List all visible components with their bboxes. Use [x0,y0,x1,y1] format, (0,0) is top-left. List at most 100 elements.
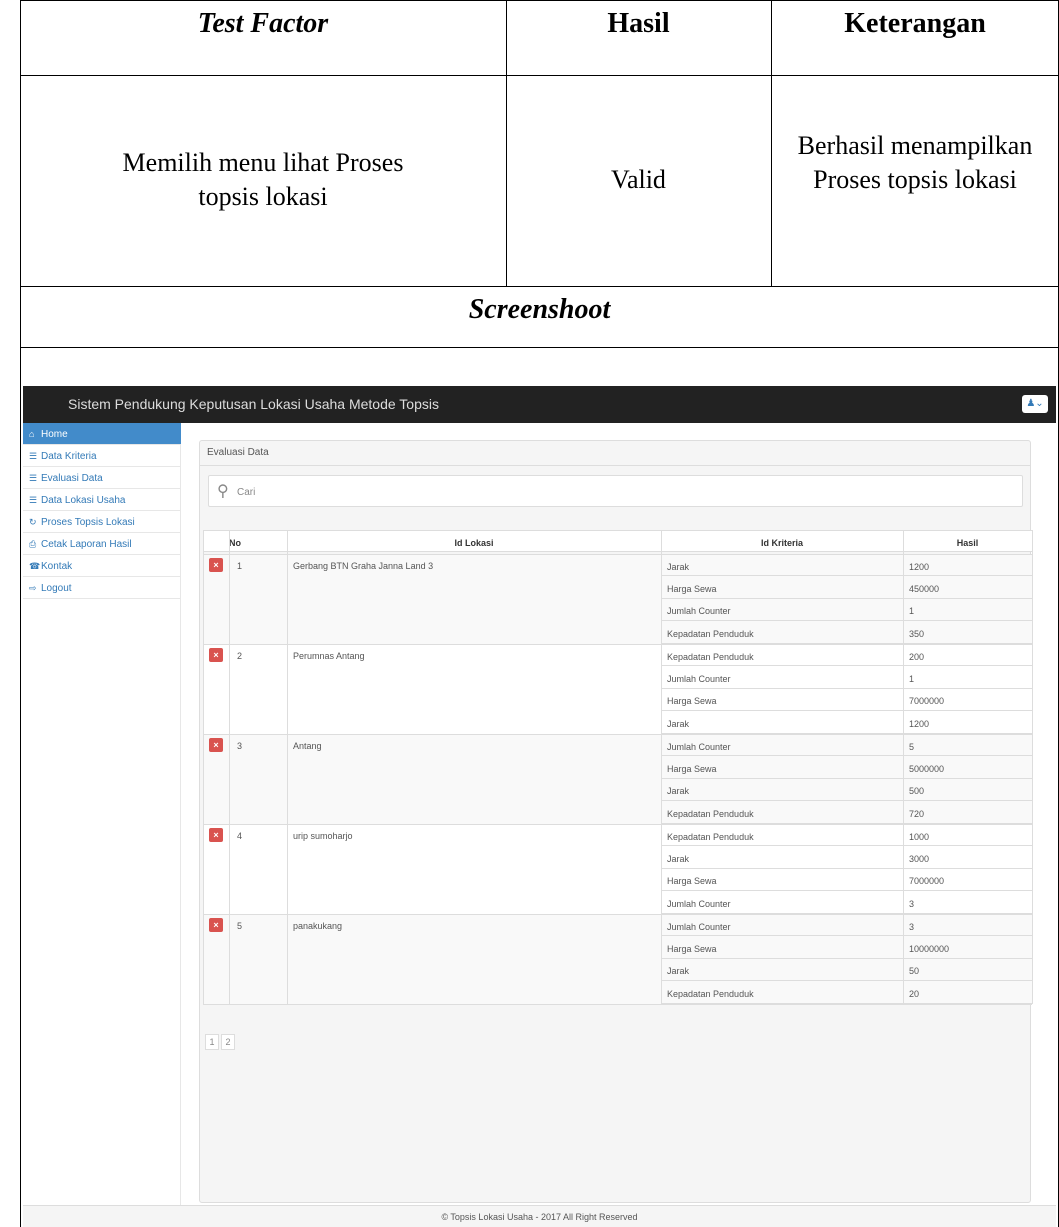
print-icon: ⎙ [29,539,37,549]
kriteria-cell: Harga Sewa [667,696,717,706]
table-row: Jarak 50 [661,959,1032,981]
sidebar-item-logout[interactable]: ⇨ Logout [23,577,181,599]
kriteria-cell: Jarak [667,853,690,864]
row-separator [203,914,661,915]
column-divider [287,530,288,1004]
row-separator [203,644,661,645]
row-number: 5 [237,921,243,931]
hasil-cell: 1200 [909,718,930,729]
lokasi-name: panakukang [293,921,343,931]
delete-icon[interactable]: × [209,558,223,572]
table-row: Kepadatan Penduduk 200 [661,644,1032,666]
table-row: Jarak 3000 [661,847,1032,869]
kriteria-cell: Jumlah Counter [667,673,731,684]
table-row: Harga Sewa 5000000 [661,757,1032,779]
table-header-row: No Id Lokasi Id Kriteria Hasil [203,530,1032,552]
sidebar-item-label: Proses Topsis Lokasi [41,517,135,528]
hasil-cell: 3 [909,922,915,932]
user-menu-button[interactable]: ♟⌄ [1022,395,1048,413]
hasil-cell: 1200 [909,562,930,572]
sidebar-item-label: Data Lokasi Usaha [41,495,126,506]
column-divider [1032,530,1033,1004]
sidebar-item-label: Kontak [41,561,73,572]
user-icon: ♟ [1026,398,1036,409]
search-box[interactable]: ⚲ Cari [208,475,1023,507]
table-row: Kepadatan Penduduk 20 [661,982,1032,1004]
kriteria-cell: Kepadatan Penduduk [667,628,754,639]
sidebar-item-data-lokasi-usaha[interactable]: ☰ Data Lokasi Usaha [23,489,181,511]
kriteria-cell: Jarak [667,718,690,729]
table-row: Jarak 1200 [661,554,1032,576]
sidebar-item-kontak[interactable]: ☎Kontak [23,555,181,577]
header-test-factor: Test Factor [197,8,329,39]
kriteria-cell: Harga Sewa [667,583,717,594]
sidebar-item-label: Evaluasi Data [41,473,103,484]
hasil-cell: 20 [909,988,920,999]
hasil-cell: 1000 [909,832,930,842]
keterangan-value: Berhasil menampilkan Proses topsis lokas… [797,131,1033,194]
delete-icon[interactable]: × [209,828,223,842]
sidebar-item-cetak-laporan-hasil[interactable]: ⎙ Cetak Laporan Hasil [23,533,181,555]
row-number: 4 [237,831,243,841]
lokasi-name: urip sumoharjo [293,831,353,841]
hasil-cell: 7000000 [909,876,945,886]
table-row: Jumlah Counter 3 [661,914,1032,936]
hasil-cell: 350 [909,628,925,639]
pagination-page-1[interactable]: 1 [205,1034,219,1050]
row-separator [203,824,661,825]
column-divider [229,530,230,1004]
hasil-cell: 200 [909,652,925,662]
list-icon: ☰ [29,495,38,505]
app-brand[interactable]: Sistem Pendukung Keputusan Lokasi Usaha … [68,396,439,412]
kriteria-cell: Jarak [667,562,690,572]
hasil-cell: 1 [909,673,915,684]
column-header: Id Kriteria [760,538,803,548]
lokasi-name: Perumnas Antang [293,651,365,661]
column-divider [203,530,204,1004]
phone-icon: ☎ [29,561,41,571]
list-icon: ☰ [29,473,38,483]
logout-icon: ⇨ [29,583,37,593]
table-row: Kepadatan Penduduk 720 [661,802,1032,824]
delete-icon[interactable]: × [209,918,223,932]
hasil-cell: 3000 [909,853,930,864]
sidebar-item-evaluasi-data[interactable]: ☰ Evaluasi Data [23,467,181,489]
lokasi-name: Gerbang BTN Graha Janna Land 3 [293,561,434,571]
kriteria-cell: Jarak [667,786,690,796]
panel-title: Evaluasi Data [200,441,1030,466]
lokasi-name: Antang [293,741,322,751]
row-number: 1 [237,561,243,571]
table-row: Harga Sewa 7000000 [661,869,1032,891]
sidebar-item-label: Data Kriteria [41,451,97,462]
kriteria-cell: Kepadatan Penduduk [667,988,754,999]
table-row: Harga Sewa 450000 [661,577,1032,599]
pagination-page-2[interactable]: 2 [221,1034,235,1050]
app-screenshot: Sistem Pendukung Keputusan Lokasi Usaha … [23,386,1056,1227]
kriteria-cell: Harga Sewa [667,876,717,886]
sidebar-item-data-kriteria[interactable]: ☰ Data Kriteria [23,445,181,467]
table-row: Jumlah Counter 1 [661,667,1032,689]
delete-icon[interactable]: × [209,738,223,752]
table-row: Kepadatan Penduduk 350 [661,622,1032,644]
hasil-cell: 10000000 [909,943,950,954]
sidebar-item-home[interactable]: ⌂ Home [23,423,181,445]
column-header: Id Lokasi [454,538,494,548]
table-row: Jumlah Counter 5 [661,734,1032,756]
header-keterangan: Keterangan [844,8,986,39]
delete-icon[interactable]: × [209,648,223,662]
kriteria-cell: Kepadatan Penduduk [667,832,754,842]
list-icon: ☰ [29,451,38,461]
row-number: 3 [237,741,243,751]
chevron-down-icon: ⌄ [1035,398,1044,409]
hasil-cell: 500 [909,786,925,796]
refresh-icon: ↻ [29,517,37,527]
hasil-cell: 5000000 [909,763,945,774]
hasil-cell: 50 [909,966,920,976]
hasil-cell: 1 [909,606,915,616]
search-placeholder: Cari [237,487,256,498]
test-factor-value: Memilih menu lihat Proses topsis lokasi [122,148,404,211]
kriteria-cell: Harga Sewa [667,943,717,954]
hasil-value: Valid [611,165,666,194]
sidebar-item-proses-topsis-lokasi[interactable]: ↻ Proses Topsis Lokasi [23,511,181,533]
table-row: Harga Sewa 10000000 [661,937,1032,959]
